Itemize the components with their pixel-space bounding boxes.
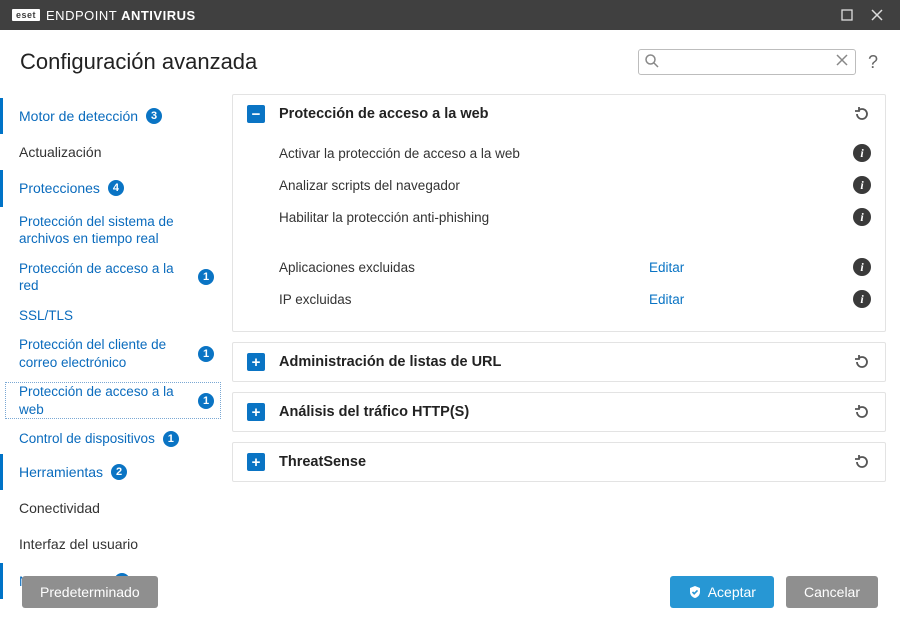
sidebar-item-label: SSL/TLS	[19, 307, 73, 325]
shield-check-icon	[688, 585, 702, 599]
search-field[interactable]	[638, 49, 856, 75]
search-input[interactable]	[638, 49, 856, 75]
expand-icon: +	[247, 353, 265, 371]
accept-button[interactable]: Aceptar	[670, 576, 774, 608]
row-enable-web-protection: Activar la protección de acceso a la web…	[279, 137, 871, 169]
badge: 1	[198, 393, 214, 409]
panel-title: Análisis del tráfico HTTP(S)	[279, 404, 853, 420]
panel-threatsense: + ThreatSense	[232, 442, 886, 482]
content-area: − Protección de acceso a la web Activar …	[226, 90, 900, 564]
sidebar-item-label: Conectividad	[19, 499, 100, 517]
page-title: Configuración avanzada	[20, 49, 257, 75]
panel-body-web-access: Activar la protección de acceso a la web…	[233, 133, 885, 331]
panel-url-lists: + Administración de listas de URL	[232, 342, 886, 382]
info-icon[interactable]: i	[853, 208, 871, 226]
default-button[interactable]: Predeterminado	[22, 576, 158, 608]
panel-title: ThreatSense	[279, 454, 853, 470]
row-scan-browser-scripts: Analizar scripts del navegador i	[279, 169, 871, 201]
sidebar-item-label: Control de dispositivos	[19, 430, 155, 448]
sidebar-item-label: Protección de acceso a la red	[19, 260, 190, 295]
sidebar-item-label: Herramientas	[19, 463, 103, 481]
collapse-icon: −	[247, 105, 265, 123]
edit-link-excluded-ips[interactable]: Editar	[649, 292, 684, 307]
sidebar-item-label: Protección del sistema de archivos en ti…	[19, 213, 214, 248]
accept-label: Aceptar	[708, 584, 756, 600]
setting-label: Analizar scripts del navegador	[279, 178, 649, 193]
edit-link-excluded-apps[interactable]: Editar	[649, 260, 684, 275]
revert-icon[interactable]	[853, 105, 871, 123]
revert-icon[interactable]	[853, 403, 871, 421]
search-icon	[644, 53, 660, 69]
cancel-button[interactable]: Cancelar	[786, 576, 878, 608]
revert-icon[interactable]	[853, 353, 871, 371]
badge: 3	[146, 108, 162, 124]
row-excluded-ips: IP excluidas Editar i	[279, 283, 871, 315]
setting-label: Activar la protección de acceso a la web	[279, 146, 649, 161]
info-icon[interactable]: i	[853, 290, 871, 308]
sidebar-item-user-interface[interactable]: Interfaz del usuario	[0, 526, 226, 562]
sidebar-item-label: Actualización	[19, 143, 102, 161]
product-name: ENDPOINT ANTIVIRUS	[46, 8, 196, 23]
setting-label: Aplicaciones excluidas	[279, 260, 649, 275]
window-close-icon[interactable]	[862, 0, 892, 30]
badge: 4	[108, 180, 124, 196]
brand-badge: eset	[12, 9, 40, 21]
clear-search-icon[interactable]	[834, 52, 850, 68]
panel-header-web-access[interactable]: − Protección de acceso a la web	[233, 95, 885, 133]
expand-icon: +	[247, 403, 265, 421]
window-maximize-icon[interactable]	[832, 0, 862, 30]
sidebar-item-connectivity[interactable]: Conectividad	[0, 490, 226, 526]
badge: 2	[111, 464, 127, 480]
panel-title: Protección de acceso a la web	[279, 106, 853, 122]
badge: 1	[198, 346, 214, 362]
panel-http-analysis: + Análisis del tráfico HTTP(S)	[232, 392, 886, 432]
help-icon[interactable]: ?	[868, 52, 878, 73]
info-icon[interactable]: i	[853, 176, 871, 194]
sidebar-item-realtime-fs[interactable]: Protección del sistema de archivos en ti…	[0, 207, 226, 254]
row-anti-phishing: Habilitar la protección anti-phishing i	[279, 201, 871, 233]
badge: 1	[198, 269, 214, 285]
sidebar-item-protections[interactable]: Protecciones 4	[0, 170, 226, 206]
panel-title: Administración de listas de URL	[279, 354, 853, 370]
sidebar-item-label: Protección de acceso a la web	[19, 383, 190, 418]
sidebar-item-ssl-tls[interactable]: SSL/TLS	[0, 301, 226, 331]
info-icon[interactable]: i	[853, 258, 871, 276]
sidebar-item-update[interactable]: Actualización	[0, 134, 226, 170]
info-icon[interactable]: i	[853, 144, 871, 162]
panel-header-url-lists[interactable]: + Administración de listas de URL	[233, 343, 885, 381]
panel-header-threatsense[interactable]: + ThreatSense	[233, 443, 885, 481]
sidebar: Motor de detección 3 Actualización Prote…	[0, 90, 226, 564]
header: Configuración avanzada ?	[0, 30, 900, 90]
panel-web-access: − Protección de acceso a la web Activar …	[232, 94, 886, 332]
titlebar: eset ENDPOINT ANTIVIRUS	[0, 0, 900, 30]
row-excluded-apps: Aplicaciones excluidas Editar i	[279, 251, 871, 283]
badge: 1	[163, 431, 179, 447]
expand-icon: +	[247, 453, 265, 471]
panel-header-http-analysis[interactable]: + Análisis del tráfico HTTP(S)	[233, 393, 885, 431]
sidebar-item-label: Protección del cliente de correo electró…	[19, 336, 190, 371]
sidebar-item-tools[interactable]: Herramientas 2	[0, 454, 226, 490]
sidebar-item-device-control[interactable]: Control de dispositivos 1	[0, 424, 226, 454]
setting-label: Habilitar la protección anti-phishing	[279, 210, 649, 225]
sidebar-item-network-access[interactable]: Protección de acceso a la red 1	[0, 254, 226, 301]
sidebar-item-label: Interfaz del usuario	[19, 535, 138, 553]
sidebar-item-label: Motor de detección	[19, 107, 138, 125]
setting-label: IP excluidas	[279, 292, 649, 307]
sidebar-item-email-client[interactable]: Protección del cliente de correo electró…	[0, 330, 226, 377]
sidebar-item-detection-engine[interactable]: Motor de detección 3	[0, 98, 226, 134]
sidebar-item-label: Protecciones	[19, 179, 100, 197]
revert-icon[interactable]	[853, 453, 871, 471]
sidebar-item-web-access[interactable]: Protección de acceso a la web 1	[0, 377, 226, 424]
